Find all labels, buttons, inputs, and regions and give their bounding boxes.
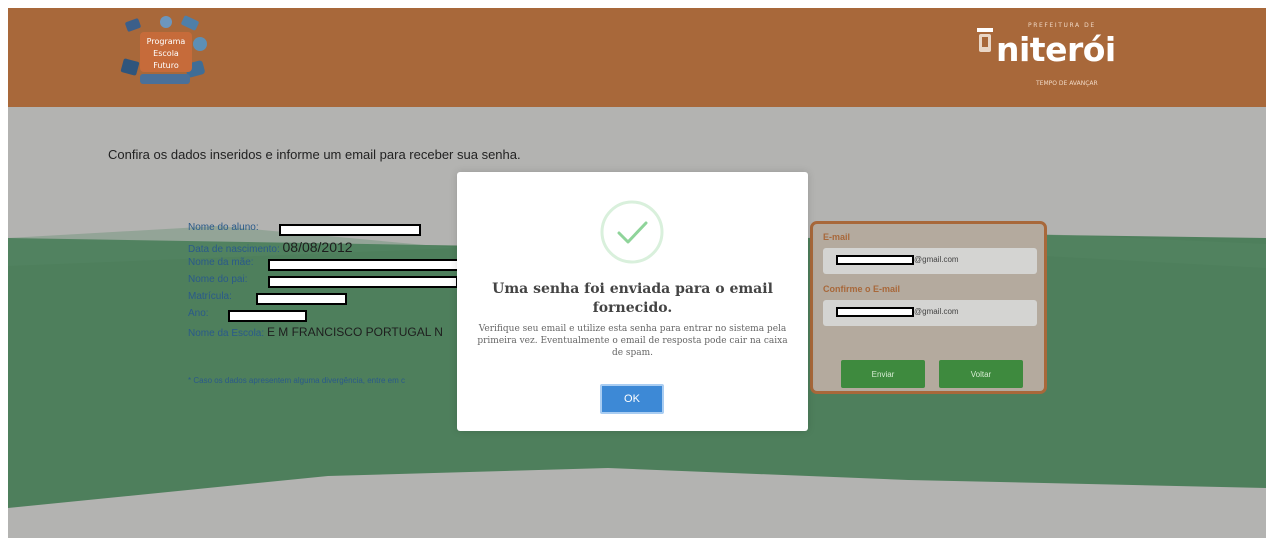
page: Programa Escola Futuro PREFEITURA DE nit… — [8, 8, 1266, 538]
success-dialog: Uma senha foi enviada para o email forne… — [457, 172, 808, 431]
success-check-icon — [600, 200, 664, 264]
dialog-title: Uma senha foi enviada para o email forne… — [492, 281, 773, 316]
ok-button[interactable]: OK — [600, 384, 664, 414]
dialog-message: Verifique seu email e utilize esta senha… — [477, 324, 788, 358]
